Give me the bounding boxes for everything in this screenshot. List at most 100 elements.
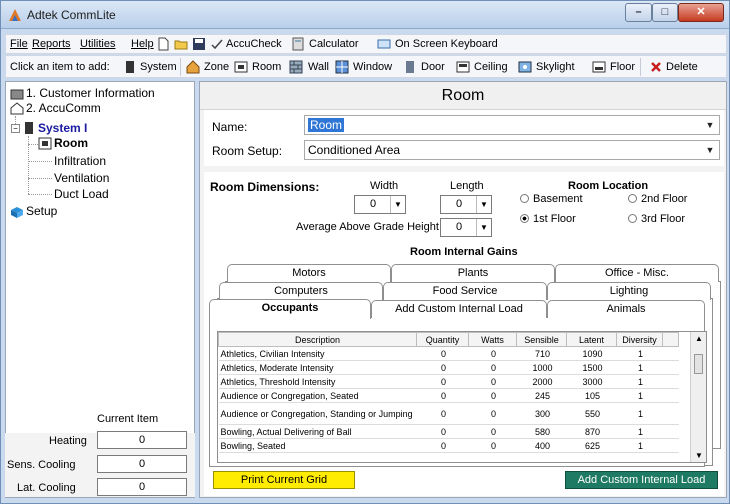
agh-select[interactable]: 0 ▼: [440, 218, 492, 237]
maximize-button[interactable]: □: [652, 3, 678, 22]
close-button[interactable]: ✕: [678, 3, 724, 22]
sens-cooling-value: 0: [97, 455, 187, 473]
zone-icon[interactable]: [186, 60, 200, 74]
scroll-down-icon[interactable]: ▼: [691, 451, 706, 460]
tree-setup[interactable]: Setup: [26, 204, 57, 218]
menu-help[interactable]: Help: [131, 38, 154, 50]
delete-icon[interactable]: [649, 60, 663, 74]
tab-food-service[interactable]: Food Service: [383, 282, 547, 300]
location-3rd-floor-radio[interactable]: 3rd Floor: [628, 213, 685, 225]
location-1st-floor-radio[interactable]: 1st Floor: [520, 213, 576, 225]
room-location-title: Room Location: [568, 180, 649, 192]
col-latent[interactable]: Latent: [566, 332, 617, 347]
grid-scrollbar[interactable]: ▲ ▼: [690, 332, 706, 462]
skylight-icon[interactable]: [518, 60, 532, 74]
tab-animals[interactable]: Animals: [547, 300, 705, 318]
room-name-section: Name: Room ▼ Room Setup: Conditioned Are…: [204, 110, 724, 166]
table-row[interactable]: Athletics, Moderate Intensity 0 0 1000 1500 1: [218, 360, 679, 375]
location-basement-radio[interactable]: Basement: [520, 193, 583, 205]
menu-file[interactable]: File: [10, 38, 28, 50]
add-ceiling-button[interactable]: Ceiling: [474, 61, 508, 73]
calculator-icon[interactable]: [291, 37, 305, 51]
table-row[interactable]: Bowling, Actual Delivering of Ball 0 0 580 8…: [218, 424, 679, 439]
chevron-down-icon[interactable]: ▼: [702, 117, 718, 133]
chevron-down-icon[interactable]: ▼: [476, 196, 491, 213]
add-system-button[interactable]: System: [140, 61, 177, 73]
menu-utilities[interactable]: Utilities: [80, 38, 115, 50]
print-current-grid-button[interactable]: Print Current Grid: [213, 471, 355, 489]
tab-lighting[interactable]: Lighting: [547, 282, 711, 300]
collapse-icon[interactable]: −: [11, 124, 20, 133]
system-icon[interactable]: [123, 60, 137, 74]
room-setup-label: Room Setup:: [212, 144, 283, 158]
ceiling-icon[interactable]: [456, 60, 470, 74]
tab-office-misc[interactable]: Office - Misc.: [555, 264, 719, 282]
col-sensible[interactable]: Sensible: [516, 332, 567, 347]
title-bar: Adtek CommLite – □ ✕: [1, 1, 729, 29]
add-custom-internal-load-button[interactable]: Add Custom Internal Load: [565, 471, 718, 489]
tab-occupants[interactable]: Occupants: [209, 299, 371, 319]
tab-plants[interactable]: Plants: [391, 264, 555, 282]
table-row[interactable]: Bowling, Seated 0 0 400 625 1: [218, 438, 679, 453]
occupants-grid[interactable]: Description Quantity Watts Sensible Late…: [217, 331, 707, 463]
add-window-button[interactable]: Window: [353, 61, 392, 73]
calculator-button[interactable]: Calculator: [309, 38, 359, 50]
col-quantity[interactable]: Quantity: [416, 332, 469, 347]
width-select[interactable]: 0 ▼: [354, 195, 406, 214]
room-icon[interactable]: [234, 60, 248, 74]
col-diversity[interactable]: Diversity: [616, 332, 663, 347]
table-row[interactable]: Audience or Congregation, Standing or Ju…: [218, 402, 679, 425]
floor-icon[interactable]: [592, 60, 606, 74]
new-file-icon[interactable]: [156, 37, 170, 51]
length-select[interactable]: 0 ▼: [440, 195, 492, 214]
tree-room[interactable]: Room: [54, 136, 88, 150]
tab-computers[interactable]: Computers: [219, 282, 383, 300]
name-label: Name:: [212, 120, 248, 134]
wall-icon[interactable]: [289, 60, 303, 74]
tree-system[interactable]: System I: [38, 121, 87, 135]
table-row[interactable]: Audience or Congregation, Seated 0 0 245 105…: [218, 388, 679, 403]
col-description[interactable]: Description: [218, 332, 417, 347]
check-icon[interactable]: [210, 37, 224, 51]
tree-infiltration[interactable]: Infiltration: [54, 154, 106, 168]
add-wall-button[interactable]: Wall: [308, 61, 329, 73]
room-name-input[interactable]: Room ▼: [304, 115, 720, 135]
keyboard-icon[interactable]: [377, 37, 391, 51]
room-setup-select[interactable]: Conditioned Area ▼: [304, 140, 720, 160]
window-icon[interactable]: [335, 60, 349, 74]
tree-ventilation[interactable]: Ventilation: [54, 171, 109, 185]
delete-button[interactable]: Delete: [666, 61, 698, 73]
lat-cooling-label: Lat. Cooling: [17, 482, 76, 494]
tree-duct-load[interactable]: Duct Load: [54, 187, 109, 201]
tree-customer-info[interactable]: 1. Customer Information: [26, 86, 155, 100]
add-door-button[interactable]: Door: [421, 61, 445, 73]
window-title: Adtek CommLite: [27, 8, 116, 22]
add-zone-button[interactable]: Zone: [204, 61, 229, 73]
tree-accucomm[interactable]: 2. AccuComm: [26, 101, 101, 115]
add-floor-button[interactable]: Floor: [610, 61, 635, 73]
open-folder-icon[interactable]: [174, 37, 188, 51]
add-room-button[interactable]: Room: [252, 61, 281, 73]
scroll-up-icon[interactable]: ▲: [691, 334, 706, 343]
table-row[interactable]: Athletics, Civilian Intensity 0 0 710 1090 1: [218, 346, 679, 361]
minimize-button[interactable]: –: [625, 3, 652, 22]
accucheck-button[interactable]: AccuCheck: [226, 38, 282, 50]
chevron-down-icon[interactable]: ▼: [390, 196, 405, 213]
chevron-down-icon[interactable]: ▼: [476, 219, 491, 236]
table-row[interactable]: Athletics, Threshold Intensity 0 0 2000 3000…: [218, 374, 679, 389]
door-icon[interactable]: [403, 60, 417, 74]
chevron-down-icon[interactable]: ▼: [702, 142, 718, 158]
tab-motors[interactable]: Motors: [227, 264, 391, 282]
add-skylight-button[interactable]: Skylight: [536, 61, 575, 73]
on-screen-keyboard-button[interactable]: On Screen Keyboard: [395, 38, 498, 50]
col-watts[interactable]: Watts: [468, 332, 517, 347]
location-2nd-floor-radio[interactable]: 2nd Floor: [628, 193, 687, 205]
system-tree-icon: [25, 122, 33, 134]
grid-header-row: Description Quantity Watts Sensible Late…: [218, 332, 679, 347]
menu-reports[interactable]: Reports: [32, 38, 71, 50]
dimensions-title: Room Dimensions:: [210, 180, 320, 194]
save-icon[interactable]: [192, 37, 206, 51]
tab-add-custom-internal-load[interactable]: Add Custom Internal Load: [371, 300, 547, 318]
scroll-thumb[interactable]: [694, 354, 703, 374]
length-label: Length: [450, 180, 484, 192]
